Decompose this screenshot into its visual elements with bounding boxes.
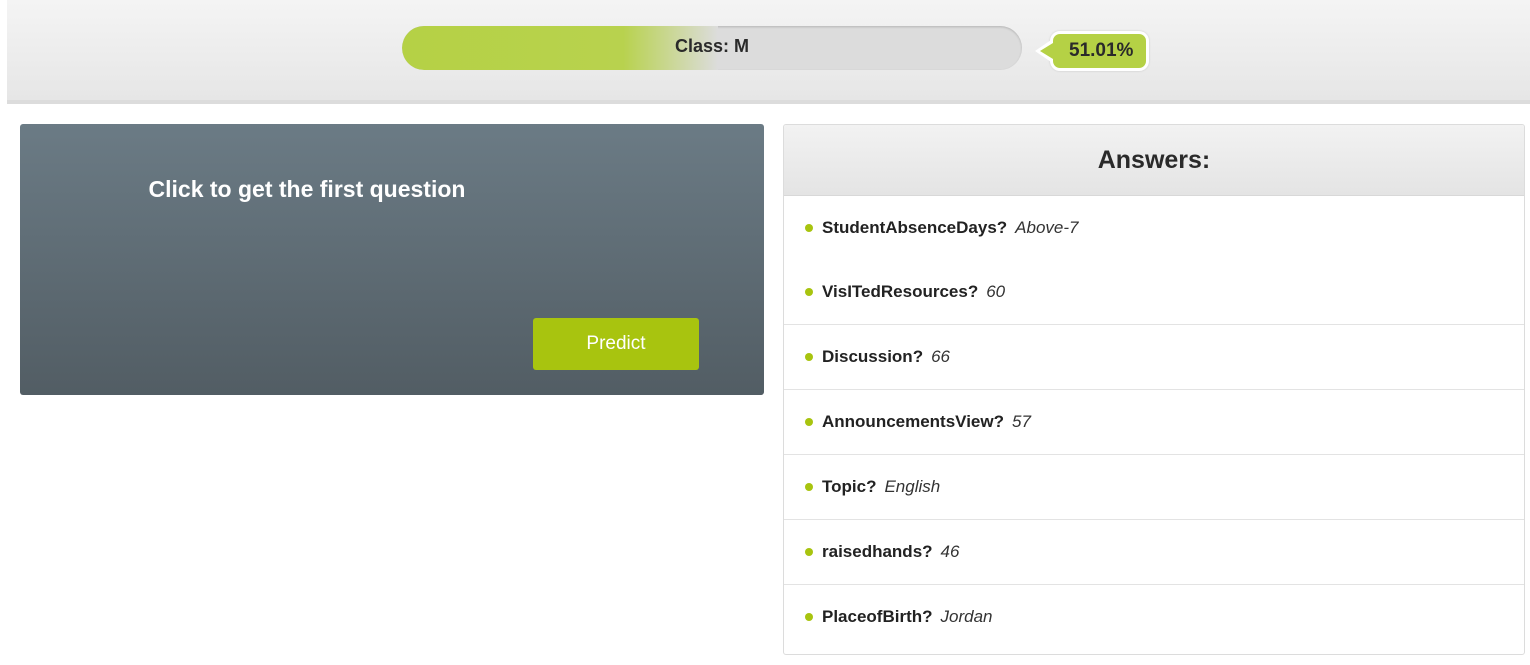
answer-list: StudentAbsenceDays? Above-7 VisITedResour…: [784, 196, 1524, 649]
answer-item[interactable]: raisedhands? 46: [784, 520, 1524, 585]
answer-item[interactable]: Discussion? 66: [784, 325, 1524, 390]
class-confidence-bar: Class: M: [402, 26, 1022, 70]
answer-item[interactable]: StudentAbsenceDays? Above-7: [784, 196, 1524, 260]
answer-value: English: [884, 477, 941, 496]
bullet-icon: [805, 223, 813, 232]
answer-question: raisedhands?: [822, 542, 933, 561]
bullet-icon: [805, 417, 813, 426]
bullet-icon: [805, 482, 813, 491]
answer-question: Discussion?: [822, 347, 924, 366]
answer-value: Jordan: [940, 607, 993, 626]
answer-value: 46: [940, 542, 960, 561]
bullet-icon: [805, 287, 813, 296]
answer-item[interactable]: AnnouncementsView? 57: [784, 390, 1524, 455]
predicted-class-label: Class: M: [674, 36, 750, 56]
answer-item[interactable]: PlaceofBirth? Jordan: [784, 585, 1524, 649]
predict-button[interactable]: Predict: [533, 318, 699, 370]
confidence-badge: 51.01%: [1034, 31, 1150, 71]
answer-item[interactable]: VisITedResources? 60: [784, 260, 1524, 325]
answer-value: 66: [931, 347, 951, 366]
question-panel: Click to get the first question Predict: [20, 124, 764, 395]
answer-question: PlaceofBirth?: [822, 607, 933, 626]
answer-item[interactable]: Topic? English: [784, 455, 1524, 520]
answer-question: VisITedResources?: [822, 282, 979, 301]
answer-value: 57: [1012, 412, 1031, 431]
bullet-icon: [805, 547, 813, 556]
answer-question: Topic?: [822, 477, 877, 496]
answers-panel: Answers: StudentAbsenceDays? Above-7 VisI…: [783, 124, 1525, 655]
prediction-header: Class: M 51.01%: [7, 0, 1530, 104]
bullet-icon: [805, 612, 813, 621]
answer-value: Above-7: [1015, 218, 1079, 237]
bullet-icon: [805, 352, 813, 361]
answer-question: StudentAbsenceDays?: [822, 218, 1008, 237]
answers-title: Answers:: [784, 125, 1524, 196]
answer-question: AnnouncementsView?: [822, 412, 1004, 431]
question-prompt: Click to get the first question: [148, 176, 466, 202]
answer-value: 60: [986, 282, 1006, 301]
